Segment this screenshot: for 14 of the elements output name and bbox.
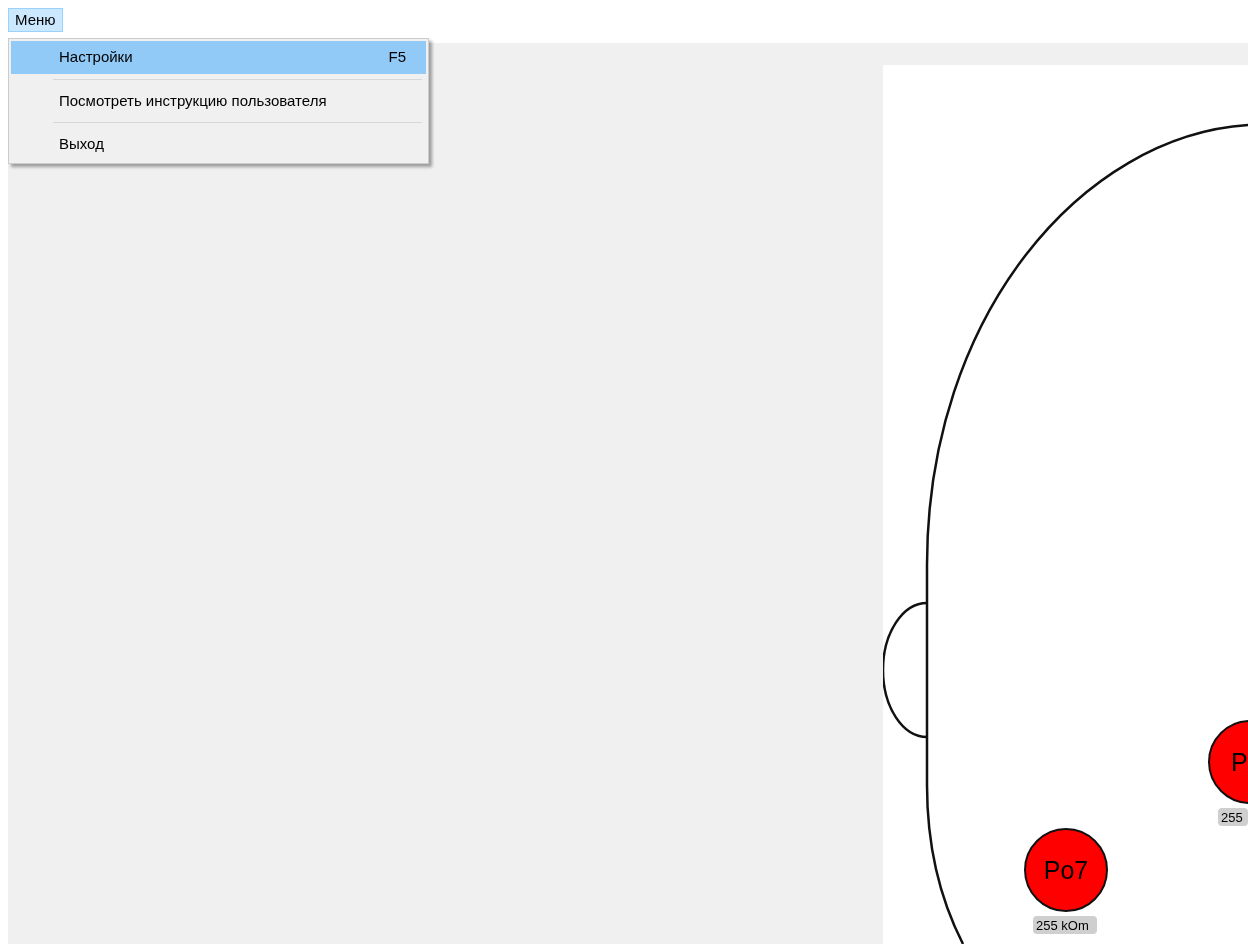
menu-item[interactable]: Настройки F5 (11, 41, 426, 74)
menu-item[interactable]: Выход (11, 128, 426, 161)
electrode-marker[interactable] (1024, 828, 1108, 912)
impedance-reading: 255 (1218, 808, 1248, 826)
shortcut-label: F5 (388, 47, 406, 67)
menu-item-label: Настройки (59, 47, 133, 67)
electrode-label: P (1231, 748, 1248, 776)
impedance-reading: 255 kOm (1033, 916, 1097, 934)
menu-item-label: Посмотреть инструкцию пользователя (59, 90, 327, 111)
electrode-label: Po7 (1043, 856, 1089, 884)
menu-item[interactable]: Посмотреть инструкцию пользователя (11, 84, 426, 117)
menu-item-label: Выход (59, 134, 104, 154)
menu-button[interactable]: Меню (8, 8, 63, 32)
electrode-marker[interactable] (1208, 720, 1248, 804)
